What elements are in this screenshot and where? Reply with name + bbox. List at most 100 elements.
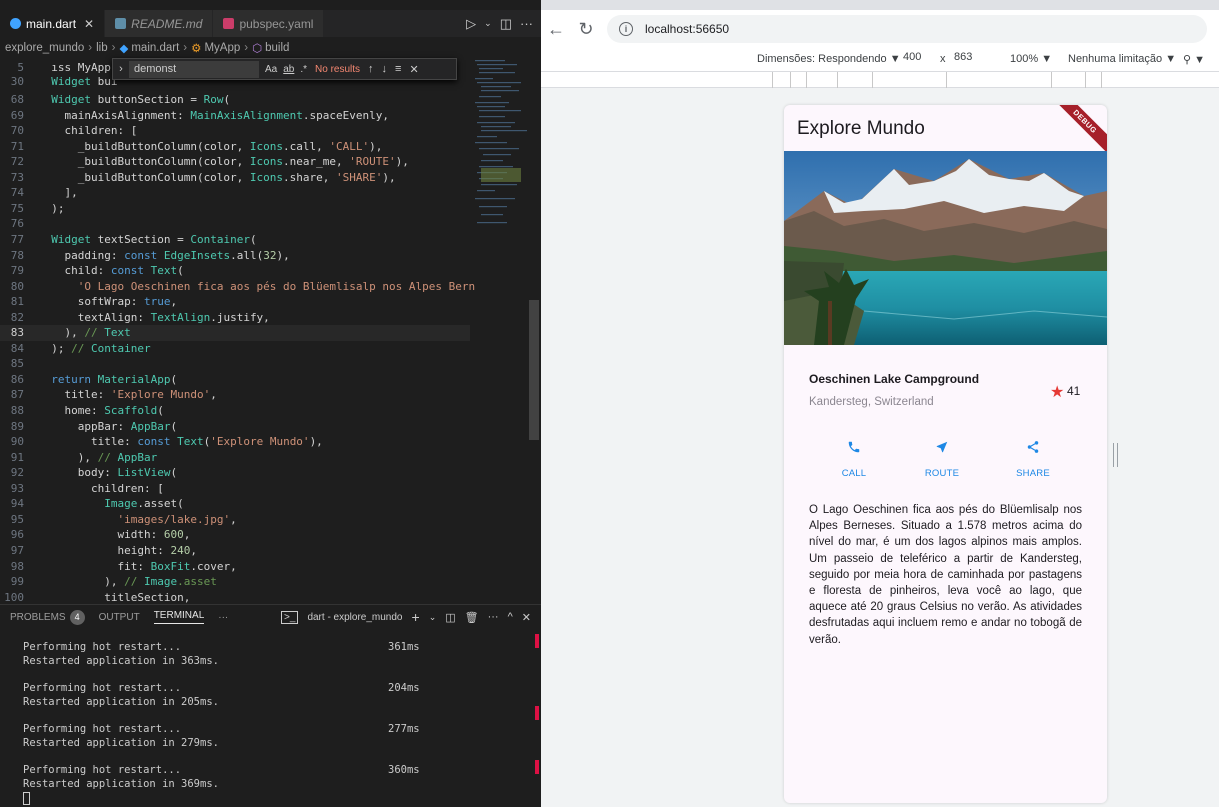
tab-output[interactable]: OUTPUT	[99, 612, 140, 623]
find-input[interactable]	[129, 60, 259, 78]
chevron-down-icon[interactable]: ⌄	[484, 18, 492, 29]
code-text: ), // Image.asset	[38, 575, 217, 589]
close-icon[interactable]: ✕	[522, 611, 531, 624]
code-line[interactable]: 89 appBar: AppBar(	[0, 419, 470, 435]
zoom-select[interactable]: 100% ▼	[1010, 53, 1052, 65]
share-button[interactable]: SHARE	[1003, 438, 1063, 479]
line-number: 80	[10, 279, 24, 293]
run-icon[interactable]: ▷	[466, 16, 476, 32]
code-line[interactable]: 75 );	[0, 201, 470, 217]
find-in-selection-icon[interactable]: ≡	[395, 63, 401, 75]
address-bar[interactable]: i localhost:56650	[607, 15, 1207, 43]
code-line[interactable]: 80 'O Lago Oeschinen fica aos pés do Blü…	[0, 279, 475, 295]
code-line[interactable]: 70 children: [	[0, 123, 470, 139]
new-terminal-icon[interactable]: +	[412, 609, 420, 625]
close-icon[interactable]: ✕	[84, 17, 94, 31]
route-button[interactable]: ROUTE	[912, 438, 972, 479]
code-editor[interactable]: 5 ıss MyApp 30 Widget bui 68 Widget button…	[0, 58, 541, 604]
device-toolbar: Dimensões: Respondendo ▼ x 100% ▼ Nenhum…	[541, 48, 1219, 72]
maximize-panel-icon[interactable]: ^	[508, 611, 513, 623]
line-number: 68	[10, 93, 24, 106]
code-line[interactable]: 79 child: const Text(	[0, 263, 470, 279]
tab-strip	[541, 0, 1219, 10]
split-editor-icon[interactable]: ◫	[500, 16, 512, 32]
code-line[interactable]: 77 Widget textSection = Container(	[0, 232, 470, 248]
tab-problems[interactable]: PROBLEMS 4	[10, 609, 85, 625]
arrow-up-icon[interactable]: ↑	[368, 63, 374, 75]
code-line[interactable]: 92 body: ListView(	[0, 465, 470, 481]
close-icon[interactable]: ✕	[409, 63, 418, 76]
line-number: 89	[10, 419, 24, 433]
code-line[interactable]: 98 fit: BoxFit.cover,	[0, 559, 470, 575]
regex-toggle[interactable]: .*	[300, 64, 307, 75]
code-line[interactable]: 68 Widget buttonSection = Row(	[0, 92, 470, 108]
editor-scrollbar[interactable]	[529, 300, 539, 440]
breadcrumb-item[interactable]: MyApp	[204, 42, 240, 54]
match-word-toggle[interactable]: ab	[283, 64, 294, 75]
tab-label: README.md	[131, 16, 203, 31]
chevron-down-icon[interactable]: ⌄	[429, 612, 437, 623]
arrow-down-icon[interactable]: ↓	[382, 63, 388, 75]
code-line[interactable]: 73 _buildButtonColumn(color, Icons.share…	[0, 170, 470, 186]
terminal-line: Restarted application in 279ms.	[23, 737, 219, 749]
code-line[interactable]: 91 ), // AppBar	[0, 450, 470, 466]
breadcrumb-item[interactable]: build	[265, 42, 289, 54]
tab-main-dart[interactable]: main.dart ✕	[0, 10, 106, 37]
tab-readme[interactable]: README.md	[105, 10, 214, 37]
code-text: height: 240,	[38, 543, 197, 557]
trash-icon[interactable]: 🗑	[465, 611, 479, 624]
dimensions-select[interactable]: Dimensões: Respondendo ▼	[757, 53, 901, 65]
tab-pubspec[interactable]: pubspec.yaml	[213, 10, 325, 37]
code-line[interactable]: 100 titleSection,	[0, 590, 470, 604]
code-line[interactable]: 96 width: 600,	[0, 527, 470, 543]
code-line[interactable]: 81 softWrap: true,	[0, 294, 470, 310]
code-line[interactable]: 95 'images/lake.jpg',	[0, 512, 470, 528]
code-line[interactable]: 99 ), // Image.asset	[0, 574, 470, 590]
chevron-right-icon[interactable]: ›	[113, 63, 129, 75]
code-line[interactable]: 69 mainAxisAlignment: MainAxisAlignment.…	[0, 108, 470, 124]
eyedropper-icon[interactable]: ⚲ ▼	[1183, 53, 1205, 66]
viewport-width-input[interactable]	[903, 51, 939, 63]
code-line[interactable]: 86 return MaterialApp(	[0, 372, 470, 388]
reload-icon[interactable]: ↻	[571, 19, 601, 40]
star-icon[interactable]: ★	[1050, 382, 1064, 402]
match-case-toggle[interactable]: Aa	[265, 64, 277, 75]
minimap[interactable]	[473, 58, 535, 238]
call-button[interactable]: CALL	[824, 438, 884, 479]
code-text: );	[38, 201, 65, 215]
code-line[interactable]: 90 title: const Text('Explore Mundo'),	[0, 434, 470, 450]
info-icon[interactable]: i	[619, 22, 633, 36]
breadcrumb-item[interactable]: lib	[96, 42, 108, 54]
code-line[interactable]: 74 ],	[0, 185, 470, 201]
code-line[interactable]: 97 height: 240,	[0, 543, 470, 559]
code-line[interactable]: 82 textAlign: TextAlign.justify,	[0, 310, 470, 326]
code-line[interactable]: 88 home: Scaffold(	[0, 403, 470, 419]
split-terminal-icon[interactable]: ◫	[445, 611, 455, 624]
resize-handle[interactable]	[1113, 443, 1118, 467]
breadcrumb-item[interactable]: explore_mundo	[5, 42, 84, 54]
viewport-height-input[interactable]	[954, 51, 990, 63]
code-line[interactable]: 85	[0, 356, 470, 372]
more-tabs-button[interactable]: ···	[218, 612, 228, 623]
line-number: 86	[10, 372, 24, 386]
code-text: child: const Text(	[38, 264, 184, 278]
code-line[interactable]: 94 Image.asset(	[0, 496, 470, 512]
code-line[interactable]: 93 children: [	[0, 481, 470, 497]
code-line[interactable]: 83 ), // Text	[0, 325, 470, 341]
more-actions-icon[interactable]: ···	[520, 16, 533, 31]
code-line[interactable]: 72 _buildButtonColumn(color, Icons.near_…	[0, 154, 470, 170]
media-query-ruler[interactable]	[541, 72, 1219, 88]
markdown-file-icon	[115, 18, 127, 29]
terminal-name[interactable]: dart - explore_mundo	[307, 612, 402, 623]
code-line[interactable]: 87 title: 'Explore Mundo',	[0, 387, 470, 403]
back-arrow-icon[interactable]: ←	[541, 19, 571, 40]
code-line[interactable]: 84 ); // Container	[0, 341, 470, 357]
throttle-select[interactable]: Nenhuma limitação ▼	[1068, 53, 1176, 65]
code-line[interactable]: 76	[0, 216, 470, 232]
breadcrumb-item[interactable]: main.dart	[131, 42, 179, 54]
line-number: 76	[10, 217, 24, 231]
code-line[interactable]: 78 padding: const EdgeInsets.all(32),	[0, 248, 470, 264]
code-line[interactable]: 71 _buildButtonColumn(color, Icons.call,…	[0, 139, 470, 155]
tab-terminal[interactable]: TERMINAL	[153, 610, 205, 624]
more-actions-icon[interactable]: ···	[488, 611, 499, 623]
